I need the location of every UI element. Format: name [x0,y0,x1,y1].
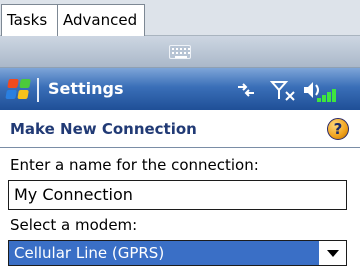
section-title: Make New Connection [10,120,197,138]
title-bar: Settings [0,68,360,110]
start-logo-icon[interactable] [5,79,33,100]
volume-icon[interactable] [302,78,342,104]
modem-label: Select a modem: [10,216,138,234]
chevron-down-icon[interactable] [327,250,339,257]
connection-name-input[interactable]: My Connection [8,180,347,210]
status-icons [206,77,346,103]
modem-select[interactable]: Cellular Line (GPRS) [8,240,347,266]
modem-selected-value[interactable]: Cellular Line (GPRS) [9,241,319,265]
tab-tasks[interactable]: Tasks [1,4,58,36]
connection-name-label: Enter a name for the connection: [10,156,259,174]
keyboard-icon[interactable] [169,45,191,59]
tab-strip: Tasks Advanced [0,0,360,36]
input-panel-bar [0,36,360,68]
title-separator [37,78,39,102]
connectivity-icon[interactable] [234,79,258,101]
help-icon[interactable]: ? [327,118,349,140]
signal-off-icon[interactable] [270,79,298,103]
tab-advanced[interactable]: Advanced [57,4,145,36]
section-header: Make New Connection ? [0,110,360,148]
page-title: Settings [48,79,124,98]
